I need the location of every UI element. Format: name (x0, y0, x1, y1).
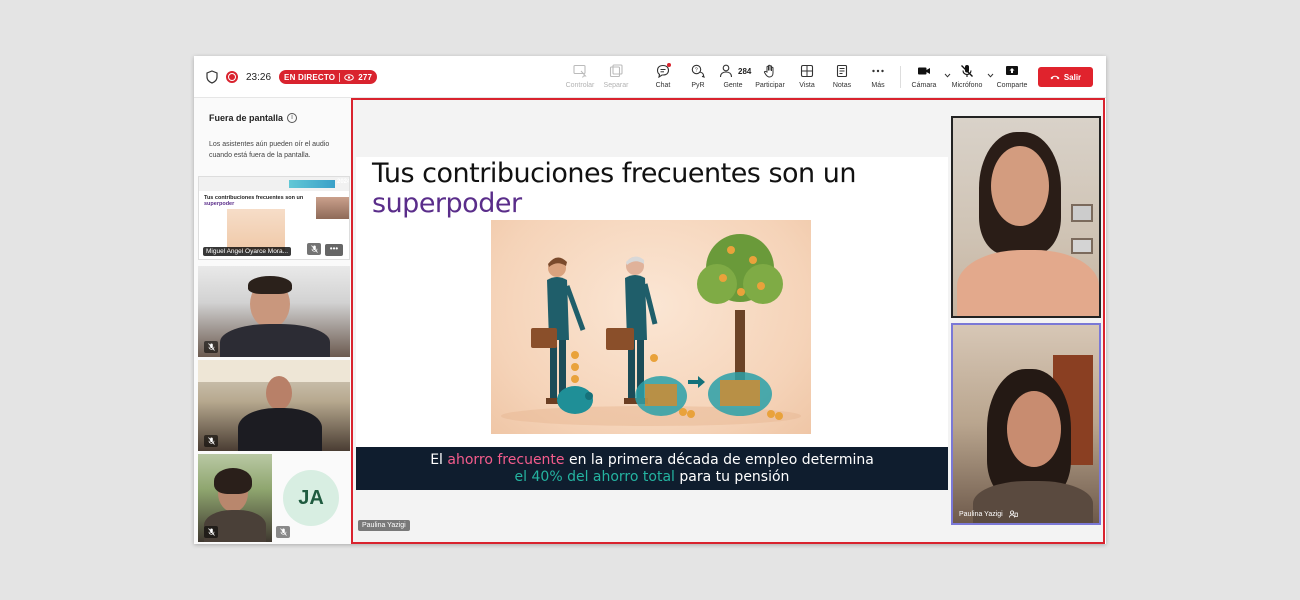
hang-up-icon (1050, 75, 1060, 80)
layout-grid-icon (800, 64, 814, 78)
meeting-window: 23:26 EN DIRECTO 277 Controlar Separar C… (194, 56, 1106, 544)
participant-tile-avatar[interactable]: JA (274, 454, 350, 542)
camara-button[interactable]: Cámara (901, 64, 951, 94)
banner-line1-post: en la primera década de empleo determina (564, 452, 874, 468)
participant-tile[interactable] (198, 266, 350, 357)
recording-icon (226, 71, 238, 83)
mic-off-icon (276, 526, 290, 538)
qa-icon: ? (691, 64, 705, 78)
pop-out-icon (609, 64, 623, 78)
microfono-label: Micrófono (951, 82, 983, 89)
camara-label: Cámara (911, 82, 937, 89)
illustration-graphic (501, 234, 801, 426)
offscreen-description: Los asistentes aún pueden oír el audio c… (209, 141, 330, 159)
mic-off-icon (204, 435, 218, 447)
mas-button[interactable]: Más (855, 64, 901, 94)
banner-line1-highlight: ahorro frecuente (447, 452, 565, 468)
mini-slide-year: 2024 (337, 179, 350, 185)
leave-button[interactable]: Salir (1038, 67, 1093, 87)
separar-label: Separar (603, 82, 629, 89)
info-icon[interactable]: i (287, 113, 298, 123)
offscreen-panel: Fuera de pantalla i Los asistentes aún p… (194, 98, 352, 544)
banner-line-1: El ahorro frecuente en la primera década… (356, 452, 948, 469)
raise-hand-icon (763, 64, 774, 78)
offscreen-title: Fuera de pantalla i (209, 113, 298, 123)
participant-body (973, 481, 1093, 523)
top-toolbar: 23:26 EN DIRECTO 277 Controlar Separar C… (194, 56, 1106, 98)
microphone-off-icon (961, 65, 973, 77)
shared-slide: Tus contribuciones frecuentes son un sup… (356, 157, 948, 490)
participant-tile-miguel[interactable]: 2024 Tus contribuciones frecuentes son u… (198, 176, 350, 260)
leave-label: Salir (1063, 72, 1082, 82)
comparte-button[interactable]: Comparte (989, 64, 1035, 94)
people-icon (719, 64, 733, 78)
camera-name: Paulina Yazigi (959, 510, 1003, 518)
microfono-button[interactable]: Micrófono (944, 64, 994, 94)
live-badge[interactable]: EN DIRECTO 277 (279, 70, 378, 84)
presenter-name-tag: Paulina Yazigi (358, 520, 410, 531)
eye-icon (344, 73, 355, 81)
mic-off-icon (307, 243, 321, 255)
slide-title-line1: Tus contribuciones frecuentes son un (372, 158, 856, 189)
wall-frame (1071, 204, 1093, 222)
offscreen-title-text: Fuera de pantalla (209, 113, 284, 123)
people-share-icon (1008, 510, 1018, 518)
banner-line-2: el 40% del ahorro total para tu pensión (356, 469, 948, 486)
camera-feed[interactable] (951, 116, 1101, 318)
remote-control-icon (573, 64, 587, 78)
participant-face (991, 146, 1049, 226)
meeting-timer: 23:26 (246, 71, 272, 83)
notes-icon (836, 64, 848, 78)
live-separator (339, 72, 341, 82)
meeting-status: 23:26 EN DIRECTO 277 (206, 68, 378, 86)
slide-banner: El ahorro frecuente en la primera década… (356, 447, 948, 490)
mini-slide-camera (316, 197, 349, 219)
separar-button[interactable]: Separar (593, 64, 639, 94)
more-dots-icon (872, 69, 884, 73)
savings-illustration (491, 220, 811, 434)
main-stage: Tus contribuciones frecuentes son un sup… (351, 98, 1105, 544)
comparte-label: Comparte (996, 82, 1028, 89)
participant-tile[interactable] (198, 360, 350, 451)
mini-slide-title-line2: superpoder (204, 201, 235, 207)
svg-text:?: ? (695, 68, 698, 74)
participant-name: Miguel Angel Oyarce Mora... (203, 247, 292, 256)
participant-tile[interactable] (198, 454, 272, 542)
slide-title-line2: superpoder (372, 188, 522, 219)
more-options-icon[interactable]: ••• (325, 244, 343, 256)
chat-unread-dot (667, 63, 671, 67)
viewer-count: 277 (358, 72, 373, 82)
share-screen-icon (1006, 66, 1018, 75)
mini-slide-title: Tus contribuciones frecuentes son un sup… (204, 195, 314, 207)
banner-line1-pre: El (430, 452, 448, 468)
mini-slide-illustration (227, 209, 285, 251)
mini-slide-banner (289, 180, 335, 188)
video-camera-icon (918, 67, 930, 75)
participant-hair (248, 276, 292, 294)
avatar: JA (283, 470, 339, 526)
live-label: EN DIRECTO (284, 72, 336, 82)
mic-off-icon (204, 341, 218, 353)
banner-line2-post: para tu pensión (674, 469, 790, 485)
shield-icon[interactable] (206, 70, 218, 84)
participant-body (220, 324, 330, 357)
banner-line2-highlight: el 40% del ahorro total (514, 469, 675, 485)
wall-frame (1071, 238, 1093, 254)
participant-body (957, 250, 1099, 316)
mas-label: Más (871, 82, 885, 89)
camera-feed-paulina[interactable]: Paulina Yazigi (951, 323, 1101, 525)
slide-title: Tus contribuciones frecuentes son un sup… (372, 159, 856, 219)
mic-off-icon (204, 526, 218, 538)
participant-face (266, 376, 292, 410)
camera-name-tag: Paulina Yazigi (959, 510, 1018, 518)
participant-body (238, 408, 322, 451)
participant-face (1007, 391, 1061, 467)
participant-hair (214, 468, 252, 494)
